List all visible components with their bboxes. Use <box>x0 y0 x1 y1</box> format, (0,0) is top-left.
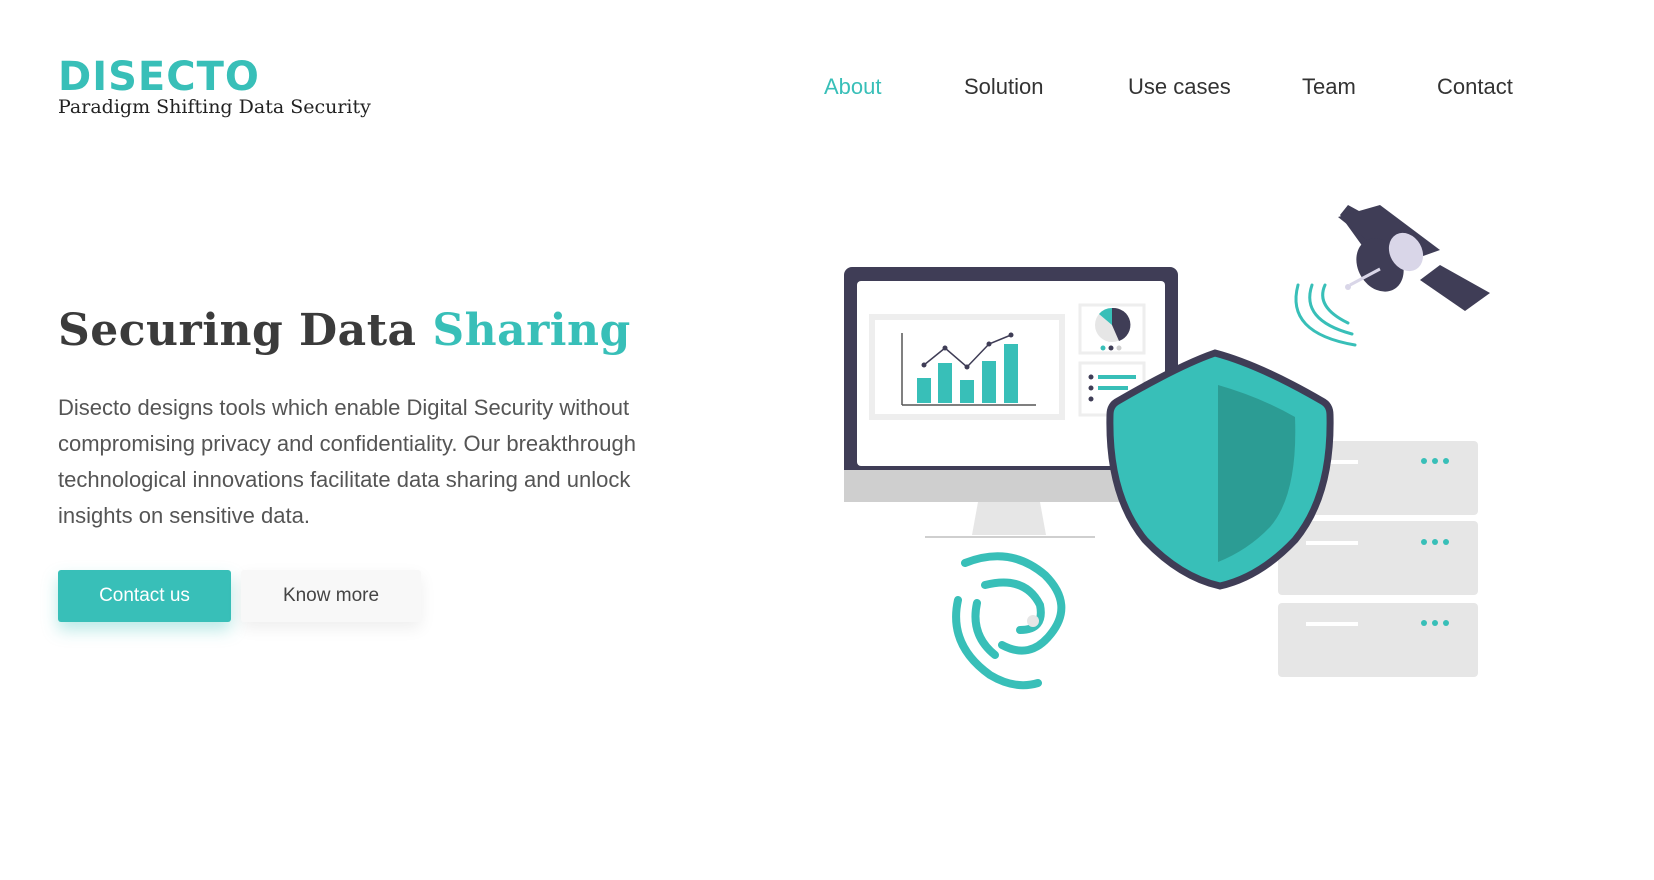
signal-waves-icon <box>1294 283 1357 347</box>
nav-item-solution[interactable]: Solution <box>964 74 1044 100</box>
security-illustration <box>844 205 1490 690</box>
brand-name: DISECTO <box>58 54 260 100</box>
hero-title: Securing Data Sharing <box>58 305 631 356</box>
contact-us-button[interactable]: Contact us <box>58 570 231 622</box>
brand-logo[interactable]: DISECTO Paradigm Shifting Data Security <box>58 54 371 118</box>
fingerprint-icon <box>952 552 1066 690</box>
nav-item-use-cases[interactable]: Use cases <box>1128 74 1231 100</box>
hero-title-accent: Sharing <box>432 305 631 356</box>
satellite-icon <box>1338 205 1490 311</box>
brand-tagline: Paradigm Shifting Data Security <box>58 96 371 118</box>
hero-description: Disecto designs tools which enable Digit… <box>58 395 636 528</box>
know-more-button[interactable]: Know more <box>241 570 421 622</box>
hero-title-main: Securing Data <box>58 305 433 356</box>
nav-item-team[interactable]: Team <box>1302 74 1356 100</box>
nav-item-contact[interactable]: Contact <box>1437 74 1513 100</box>
nav-item-about[interactable]: About <box>824 74 882 100</box>
